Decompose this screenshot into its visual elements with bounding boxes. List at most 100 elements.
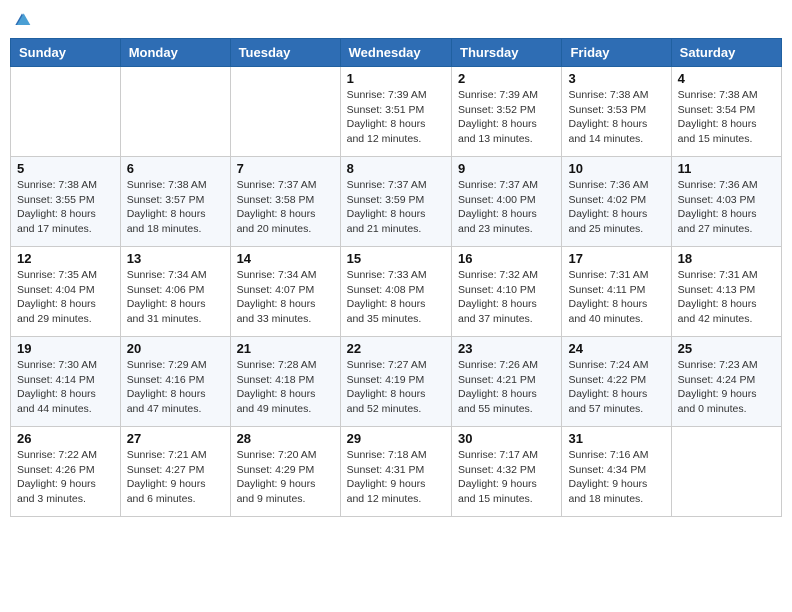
calendar-cell: 21 Sunrise: 7:28 AM Sunset: 4:18 PM Dayli… xyxy=(230,337,340,427)
calendar-cell: 6 Sunrise: 7:38 AM Sunset: 3:57 PM Daylig… xyxy=(120,157,230,247)
calendar-week-2: 5 Sunrise: 7:38 AM Sunset: 3:55 PM Daylig… xyxy=(11,157,782,247)
calendar-header-saturday: Saturday xyxy=(671,39,781,67)
calendar-header-row: SundayMondayTuesdayWednesdayThursdayFrid… xyxy=(11,39,782,67)
calendar-cell xyxy=(230,67,340,157)
day-info: Sunrise: 7:36 AM Sunset: 4:02 PM Dayligh… xyxy=(568,178,664,237)
logo-icon xyxy=(12,10,32,30)
day-number: 22 xyxy=(347,341,445,356)
day-info: Sunrise: 7:23 AM Sunset: 4:24 PM Dayligh… xyxy=(678,358,775,417)
day-number: 4 xyxy=(678,71,775,86)
day-info: Sunrise: 7:38 AM Sunset: 3:55 PM Dayligh… xyxy=(17,178,114,237)
calendar-cell: 9 Sunrise: 7:37 AM Sunset: 4:00 PM Daylig… xyxy=(452,157,562,247)
calendar-cell: 11 Sunrise: 7:36 AM Sunset: 4:03 PM Dayli… xyxy=(671,157,781,247)
calendar-cell: 14 Sunrise: 7:34 AM Sunset: 4:07 PM Dayli… xyxy=(230,247,340,337)
calendar-cell: 13 Sunrise: 7:34 AM Sunset: 4:06 PM Dayli… xyxy=(120,247,230,337)
day-number: 29 xyxy=(347,431,445,446)
calendar-cell: 10 Sunrise: 7:36 AM Sunset: 4:02 PM Dayli… xyxy=(562,157,671,247)
day-info: Sunrise: 7:38 AM Sunset: 3:54 PM Dayligh… xyxy=(678,88,775,147)
calendar-header-friday: Friday xyxy=(562,39,671,67)
day-number: 13 xyxy=(127,251,224,266)
day-info: Sunrise: 7:38 AM Sunset: 3:57 PM Dayligh… xyxy=(127,178,224,237)
calendar-cell: 3Sunrise: 7:38 AM Sunset: 3:53 PM Daylig… xyxy=(562,67,671,157)
day-info: Sunrise: 7:28 AM Sunset: 4:18 PM Dayligh… xyxy=(237,358,334,417)
day-number: 6 xyxy=(127,161,224,176)
day-number: 14 xyxy=(237,251,334,266)
day-info: Sunrise: 7:36 AM Sunset: 4:03 PM Dayligh… xyxy=(678,178,775,237)
calendar-cell: 12Sunrise: 7:35 AM Sunset: 4:04 PM Dayli… xyxy=(11,247,121,337)
day-info: Sunrise: 7:32 AM Sunset: 4:10 PM Dayligh… xyxy=(458,268,555,327)
day-number: 19 xyxy=(17,341,114,356)
calendar-cell: 16 Sunrise: 7:32 AM Sunset: 4:10 PM Dayli… xyxy=(452,247,562,337)
day-info: Sunrise: 7:26 AM Sunset: 4:21 PM Dayligh… xyxy=(458,358,555,417)
day-number: 7 xyxy=(237,161,334,176)
calendar-cell: 2 Sunrise: 7:39 AM Sunset: 3:52 PM Daylig… xyxy=(452,67,562,157)
calendar-cell: 1Sunrise: 7:39 AM Sunset: 3:51 PM Daylig… xyxy=(340,67,451,157)
logo xyxy=(10,10,32,30)
calendar-cell: 25 Sunrise: 7:23 AM Sunset: 4:24 PM Dayli… xyxy=(671,337,781,427)
calendar-cell: 8Sunrise: 7:37 AM Sunset: 3:59 PM Daylig… xyxy=(340,157,451,247)
calendar-header-monday: Monday xyxy=(120,39,230,67)
day-number: 9 xyxy=(458,161,555,176)
calendar-cell: 29 Sunrise: 7:18 AM Sunset: 4:31 PM Dayli… xyxy=(340,427,451,517)
day-number: 23 xyxy=(458,341,555,356)
day-number: 5 xyxy=(17,161,114,176)
calendar-header-tuesday: Tuesday xyxy=(230,39,340,67)
day-info: Sunrise: 7:34 AM Sunset: 4:07 PM Dayligh… xyxy=(237,268,334,327)
calendar-cell xyxy=(11,67,121,157)
day-info: Sunrise: 7:20 AM Sunset: 4:29 PM Dayligh… xyxy=(237,448,334,507)
day-number: 2 xyxy=(458,71,555,86)
day-number: 18 xyxy=(678,251,775,266)
day-number: 24 xyxy=(568,341,664,356)
day-info: Sunrise: 7:37 AM Sunset: 4:00 PM Dayligh… xyxy=(458,178,555,237)
calendar-cell: 19 Sunrise: 7:30 AM Sunset: 4:14 PM Dayli… xyxy=(11,337,121,427)
day-info: Sunrise: 7:34 AM Sunset: 4:06 PM Dayligh… xyxy=(127,268,224,327)
calendar-cell: 28 Sunrise: 7:20 AM Sunset: 4:29 PM Dayli… xyxy=(230,427,340,517)
day-number: 16 xyxy=(458,251,555,266)
calendar-cell: 5 Sunrise: 7:38 AM Sunset: 3:55 PM Daylig… xyxy=(11,157,121,247)
calendar-cell: 24 Sunrise: 7:24 AM Sunset: 4:22 PM Dayli… xyxy=(562,337,671,427)
calendar-cell: 22 Sunrise: 7:27 AM Sunset: 4:19 PM Dayli… xyxy=(340,337,451,427)
calendar-cell: 26 Sunrise: 7:22 AM Sunset: 4:26 PM Dayli… xyxy=(11,427,121,517)
day-number: 10 xyxy=(568,161,664,176)
day-number: 26 xyxy=(17,431,114,446)
day-number: 1 xyxy=(347,71,445,86)
day-info: Sunrise: 7:30 AM Sunset: 4:14 PM Dayligh… xyxy=(17,358,114,417)
calendar-header-sunday: Sunday xyxy=(11,39,121,67)
day-info: Sunrise: 7:24 AM Sunset: 4:22 PM Dayligh… xyxy=(568,358,664,417)
day-number: 15 xyxy=(347,251,445,266)
day-info: Sunrise: 7:22 AM Sunset: 4:26 PM Dayligh… xyxy=(17,448,114,507)
calendar-cell: 20 Sunrise: 7:29 AM Sunset: 4:16 PM Dayli… xyxy=(120,337,230,427)
day-number: 21 xyxy=(237,341,334,356)
day-info: Sunrise: 7:29 AM Sunset: 4:16 PM Dayligh… xyxy=(127,358,224,417)
day-info: Sunrise: 7:39 AM Sunset: 3:52 PM Dayligh… xyxy=(458,88,555,147)
day-info: Sunrise: 7:31 AM Sunset: 4:13 PM Dayligh… xyxy=(678,268,775,327)
calendar-cell: 27Sunrise: 7:21 AM Sunset: 4:27 PM Dayli… xyxy=(120,427,230,517)
day-info: Sunrise: 7:37 AM Sunset: 3:58 PM Dayligh… xyxy=(237,178,334,237)
day-number: 17 xyxy=(568,251,664,266)
calendar-cell: 18 Sunrise: 7:31 AM Sunset: 4:13 PM Dayli… xyxy=(671,247,781,337)
calendar-week-3: 12Sunrise: 7:35 AM Sunset: 4:04 PM Dayli… xyxy=(11,247,782,337)
calendar-cell: 23 Sunrise: 7:26 AM Sunset: 4:21 PM Dayli… xyxy=(452,337,562,427)
calendar-week-5: 26 Sunrise: 7:22 AM Sunset: 4:26 PM Dayli… xyxy=(11,427,782,517)
day-number: 20 xyxy=(127,341,224,356)
calendar-header-wednesday: Wednesday xyxy=(340,39,451,67)
day-info: Sunrise: 7:37 AM Sunset: 3:59 PM Dayligh… xyxy=(347,178,445,237)
day-number: 28 xyxy=(237,431,334,446)
day-info: Sunrise: 7:35 AM Sunset: 4:04 PM Dayligh… xyxy=(17,268,114,327)
day-number: 25 xyxy=(678,341,775,356)
calendar-cell xyxy=(120,67,230,157)
day-number: 30 xyxy=(458,431,555,446)
day-info: Sunrise: 7:31 AM Sunset: 4:11 PM Dayligh… xyxy=(568,268,664,327)
day-info: Sunrise: 7:21 AM Sunset: 4:27 PM Dayligh… xyxy=(127,448,224,507)
day-info: Sunrise: 7:27 AM Sunset: 4:19 PM Dayligh… xyxy=(347,358,445,417)
day-info: Sunrise: 7:33 AM Sunset: 4:08 PM Dayligh… xyxy=(347,268,445,327)
calendar-cell: 30 Sunrise: 7:17 AM Sunset: 4:32 PM Dayli… xyxy=(452,427,562,517)
day-number: 11 xyxy=(678,161,775,176)
day-number: 3 xyxy=(568,71,664,86)
day-number: 31 xyxy=(568,431,664,446)
day-info: Sunrise: 7:17 AM Sunset: 4:32 PM Dayligh… xyxy=(458,448,555,507)
day-info: Sunrise: 7:18 AM Sunset: 4:31 PM Dayligh… xyxy=(347,448,445,507)
calendar-week-1: 1Sunrise: 7:39 AM Sunset: 3:51 PM Daylig… xyxy=(11,67,782,157)
calendar-cell: 7 Sunrise: 7:37 AM Sunset: 3:58 PM Daylig… xyxy=(230,157,340,247)
calendar-table: SundayMondayTuesdayWednesdayThursdayFrid… xyxy=(10,38,782,517)
